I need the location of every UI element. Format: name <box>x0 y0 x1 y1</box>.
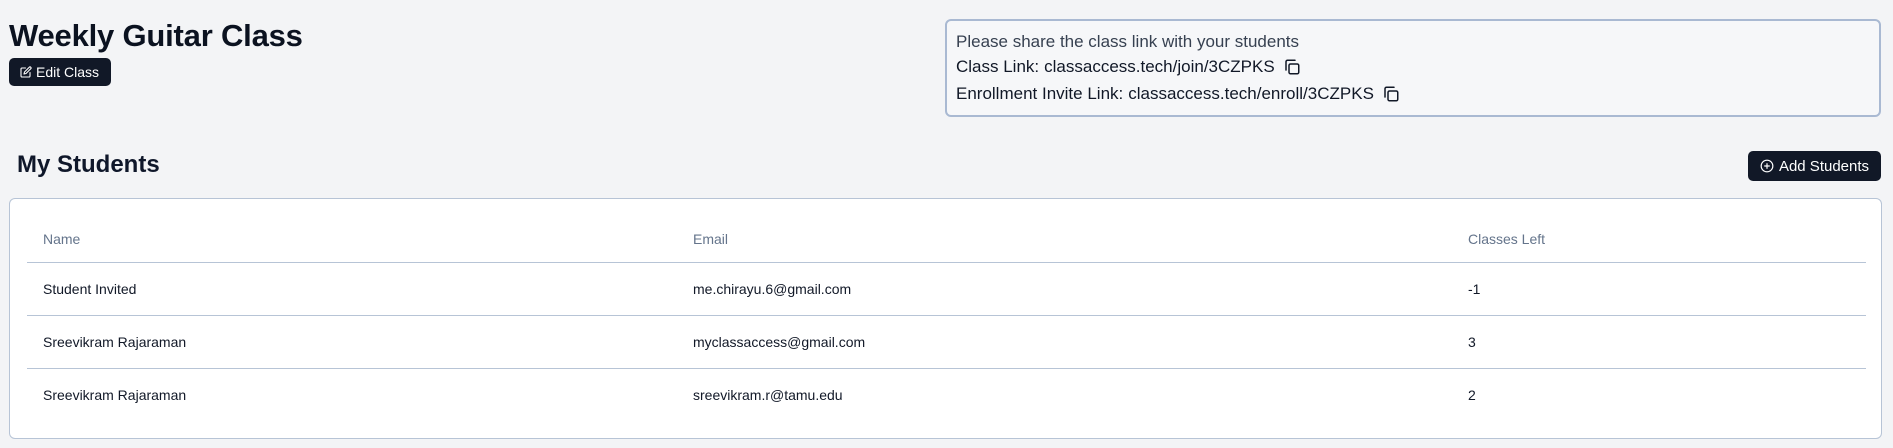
student-classes-left: -1 <box>1452 262 1866 316</box>
class-link-row: Class Link: classaccess.tech/join/3CZPKS <box>956 53 1879 80</box>
table-row[interactable]: Sreevikram Rajaraman sreevikram.r@tamu.e… <box>27 368 1866 421</box>
enroll-link-label: Enrollment Invite Link: <box>956 84 1124 103</box>
table-row[interactable]: Sreevikram Rajaraman myclassaccess@gmail… <box>27 315 1866 369</box>
column-header-name: Name <box>27 216 677 263</box>
plus-circle-icon <box>1760 159 1774 173</box>
edit-icon <box>20 66 32 78</box>
edit-class-label: Edit Class <box>36 64 100 80</box>
student-classes-left: 3 <box>1452 315 1866 369</box>
share-links-box: Please share the class link with your st… <box>945 19 1881 117</box>
enroll-link-value: classaccess.tech/enroll/3CZPKS <box>1128 84 1374 103</box>
student-name: Sreevikram Rajaraman <box>43 386 187 403</box>
add-students-button[interactable]: Add Students <box>1748 151 1881 181</box>
student-email: me.chirayu.6@gmail.com <box>677 262 1452 316</box>
student-name: Sreevikram Rajaraman <box>27 315 677 369</box>
edit-class-button[interactable]: Edit Class <box>9 58 112 86</box>
student-email: sreevikram.r@tamu.edu <box>693 386 843 403</box>
class-link-label: Class Link: <box>956 57 1040 76</box>
student-name: Student Invited <box>27 262 677 316</box>
students-section-title: My Students <box>17 151 160 178</box>
student-classes-left: 2 <box>1468 386 1476 403</box>
table-header-row: Name Email Classes Left <box>27 216 1866 263</box>
page: Weekly Guitar Class Edit Class Please sh… <box>0 0 1893 448</box>
column-header-email: Email <box>677 216 1452 263</box>
copy-icon[interactable] <box>1283 58 1301 76</box>
students-table: Name Email Classes Left Student Invited … <box>27 216 1866 421</box>
student-email: myclassaccess@gmail.com <box>677 315 1452 369</box>
class-link-value: classaccess.tech/join/3CZPKS <box>1044 57 1275 76</box>
share-note: Please share the class link with your st… <box>956 32 1300 51</box>
column-header-classes-left: Classes Left <box>1452 216 1866 263</box>
class-title: Weekly Guitar Class <box>9 18 303 53</box>
copy-icon[interactable] <box>1382 85 1400 103</box>
table-row[interactable]: Student Invited me.chirayu.6@gmail.com -… <box>27 262 1866 316</box>
enroll-link-row: Enrollment Invite Link: classaccess.tech… <box>956 80 1879 107</box>
students-table-card: Name Email Classes Left Student Invited … <box>9 198 1882 439</box>
add-students-label: Add Students <box>1778 157 1870 175</box>
